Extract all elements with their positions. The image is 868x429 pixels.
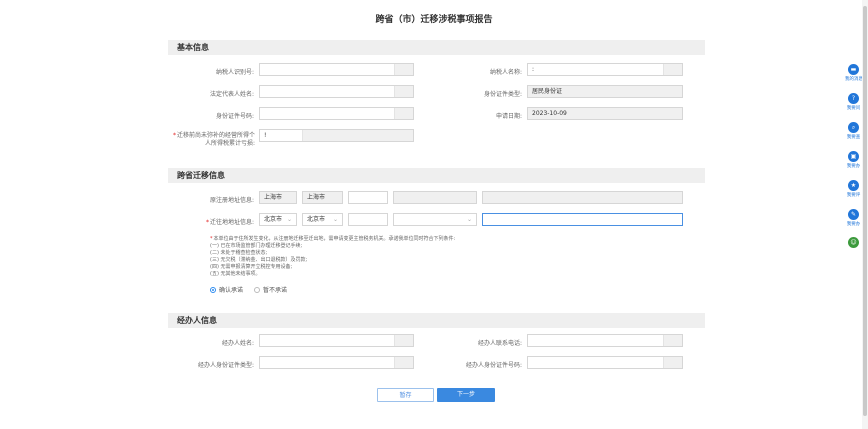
apply-date-label: 申请日期: — [495, 113, 522, 120]
income-loss-label: 迁移前尚未弥补的经营所得个 人所得税累计亏损: — [170, 132, 255, 148]
section-handler-info: 经办人信息 — [168, 313, 705, 328]
handler-id-type-input[interactable] — [259, 356, 414, 369]
message-icon: ▬ — [848, 64, 859, 75]
income-loss-input[interactable]: ! — [259, 129, 414, 142]
scrollbar-thumb[interactable] — [863, 6, 867, 416]
deny-promise-radio[interactable]: 暂不承诺 — [254, 285, 287, 294]
handler-name-input[interactable] — [259, 334, 414, 347]
new-city-select[interactable]: 北京市 ⌄ — [302, 213, 343, 226]
next-step-button[interactable]: 下一步 — [437, 388, 495, 402]
promise-notice-line: 本单位由于住所发生变化，从注册地迁移至迁出地，需申请变更主管税务机关。承诺我单位… — [210, 236, 456, 243]
orig-city-field: 上海市 — [302, 191, 343, 204]
sidebar-item-label: 我要办 — [846, 164, 861, 169]
taxpayer-name-input[interactable]: : — [527, 63, 683, 76]
taxpayer-id-label: 纳税人识别号: — [215, 69, 254, 76]
id-number-input[interactable] — [259, 107, 414, 120]
question-icon: ? — [848, 93, 859, 104]
save-draft-button[interactable]: 暂存 — [377, 388, 434, 402]
id-number-label: 身份证件号码: — [215, 113, 254, 120]
sidebar-item-handle[interactable]: ▣ 我要办 — [845, 151, 862, 169]
new-street-select[interactable]: ⌄ — [393, 213, 477, 226]
new-address-label: 迁往地地址信息: — [190, 217, 254, 226]
section-migration-info: 跨省迁移信息 — [168, 168, 705, 183]
new-district-select[interactable] — [348, 213, 388, 226]
promise-notice-line: (五) 无其他未结事项。 — [210, 271, 261, 277]
chevron-down-icon: ⌄ — [466, 216, 472, 223]
sidebar-assistant[interactable]: ☺ — [845, 237, 862, 248]
radio-checked-icon — [210, 286, 216, 293]
task-icon: ▣ — [848, 151, 859, 162]
sidebar-item-handle-2[interactable]: ✎ 我要办 — [845, 209, 862, 227]
rating-icon: ★ — [848, 180, 859, 191]
new-detail-input[interactable] — [482, 213, 683, 226]
promise-notice-line: (一) 已在市场监管部门办理迁移登记手续; — [210, 243, 303, 249]
promise-notice-line: (三) 无欠税（滞纳金、出口退税款）及罚款; — [210, 257, 308, 263]
deny-promise-label: 暂不承诺 — [263, 287, 288, 294]
assistant-avatar-icon: ☺ — [848, 237, 859, 248]
income-loss-label-line2: 人所得税累计亏损: — [204, 140, 255, 147]
sidebar-item-search[interactable]: ⌕ 我要查 — [845, 122, 862, 140]
orig-street-field — [393, 191, 477, 204]
chevron-down-icon: ⌄ — [286, 216, 292, 223]
radio-unchecked-icon — [254, 286, 260, 293]
orig-address-label: 原注册地址信息: — [209, 197, 254, 204]
sidebar-item-messages[interactable]: ▬ 我的消息 — [845, 64, 863, 82]
new-province-select[interactable]: 北京市 ⌄ — [259, 213, 297, 226]
page-title: 跨省（市）迁移涉税事项报告 — [375, 15, 493, 25]
handler-id-type-label: 经办人身份证件类型: — [197, 362, 254, 369]
promise-notice-line: (四) 无需申报清算开立税控专用设备; — [210, 264, 293, 270]
handler-id-number-input[interactable] — [527, 356, 683, 369]
sidebar-item-label: 我要办 — [846, 222, 861, 227]
sidebar-item-label: 我要评 — [846, 193, 861, 198]
pen-icon: ✎ — [848, 209, 859, 220]
promise-notice-line: (二) 未处于稽查检查状态; — [210, 250, 268, 256]
taxpayer-name-label: 纳税人名称: — [489, 69, 522, 76]
sidebar-item-label: 我要问 — [846, 106, 861, 111]
id-type-field: 居民身份证 — [527, 85, 683, 98]
id-type-label: 身份证件类型: — [483, 91, 522, 98]
confirm-promise-radio[interactable]: 确认承诺 — [210, 285, 243, 294]
handler-id-number-label: 经办人身份证件号码: — [465, 362, 522, 369]
legal-rep-input[interactable] — [259, 85, 414, 98]
orig-province-field: 上海市 — [259, 191, 297, 204]
orig-district-field — [348, 191, 388, 204]
apply-date-field: 2023-10-09 — [527, 107, 683, 120]
orig-detail-field — [482, 191, 683, 204]
handler-phone-label: 经办人联系电话: — [477, 340, 522, 347]
search-icon: ⌕ — [848, 122, 859, 133]
chevron-down-icon: ⌄ — [332, 216, 338, 223]
legal-rep-label: 法定代表人姓名: — [209, 91, 254, 98]
income-loss-label-line1: 迁移前尚未弥补的经营所得个 — [170, 132, 255, 140]
sidebar-item-rate[interactable]: ★ 我要评 — [845, 180, 862, 198]
handler-phone-input[interactable] — [527, 334, 683, 347]
section-basic-info: 基本信息 — [168, 40, 705, 55]
sidebar-item-ask[interactable]: ? 我要问 — [845, 93, 862, 111]
confirm-promise-label: 确认承诺 — [219, 287, 244, 294]
sidebar-item-label: 我要查 — [846, 135, 861, 140]
sidebar-item-label: 我的消息 — [845, 77, 863, 82]
taxpayer-id-input[interactable] — [259, 63, 414, 76]
handler-name-label: 经办人姓名: — [221, 340, 254, 347]
